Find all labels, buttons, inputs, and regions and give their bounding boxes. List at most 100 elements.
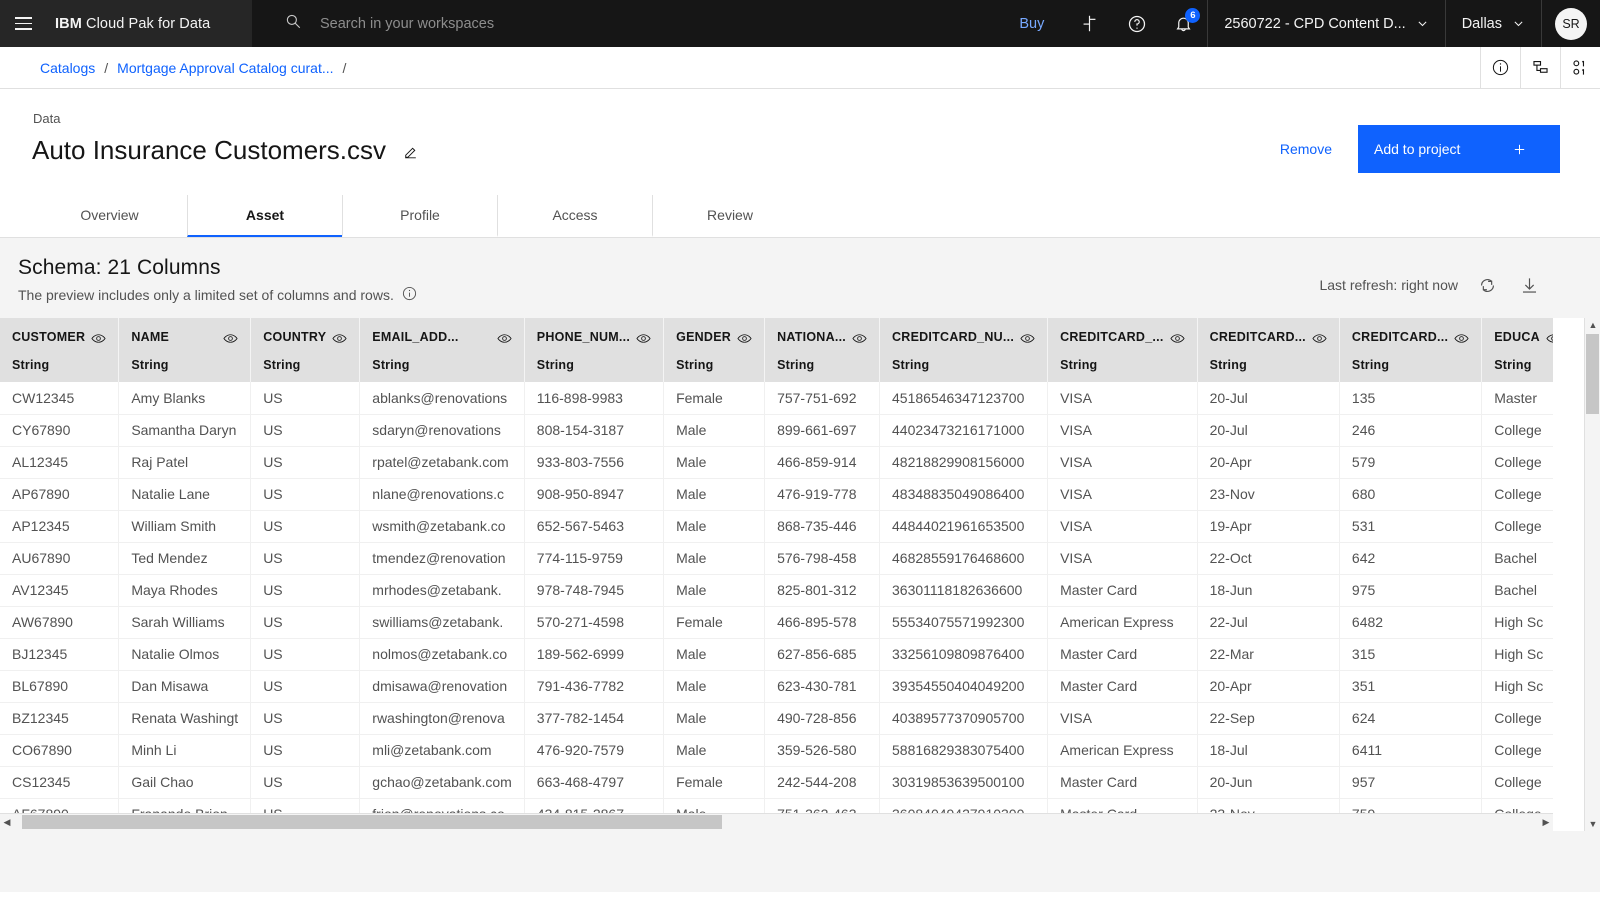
header-search-area [252, 0, 998, 47]
table-row[interactable]: CY67890 Samantha Daryn US sdaryn@renovation… [0, 414, 1553, 447]
lineage-icon[interactable] [1520, 46, 1560, 89]
table-row[interactable]: BJ12345 Natalie Olmos US nolmos@zetabank.co… [0, 638, 1553, 671]
table-row[interactable]: AP67890 Natalie Lane US nlane@renovations.c… [0, 478, 1553, 511]
region-selector[interactable]: Dallas [1444, 0, 1541, 47]
eye-visibility-icon[interactable] [1312, 331, 1327, 351]
scroll-right-arrow[interactable]: ▶ [1539, 817, 1553, 828]
table-cell: rwashington@renova [359, 702, 525, 735]
table-cell: dmisawa@renovation [359, 670, 525, 703]
eye-visibility-icon[interactable] [1020, 331, 1035, 351]
table-cell: 23-Nov [1197, 478, 1340, 511]
table-cell: 351 [1339, 670, 1483, 703]
table-row[interactable]: AV12345 Maya Rhodes US mrhodes@zetabank. 978… [0, 574, 1553, 607]
edit-pencil-icon[interactable] [402, 140, 419, 161]
account-selector[interactable]: 2560722 - CPD Content D... [1207, 0, 1444, 47]
horizontal-scroll-thumb[interactable] [22, 815, 722, 829]
table-row[interactable]: AP12345 William Smith US wsmith@zetabank.co… [0, 510, 1553, 543]
table-row[interactable]: AW67890 Sarah Williams US swilliams@zetaban… [0, 606, 1553, 639]
column-header-phone-num[interactable]: PHONE_NUM... String [524, 318, 665, 382]
table-row[interactable]: AU67890 Ted Mendez US tmendez@renovation 774… [0, 542, 1553, 575]
eye-visibility-icon[interactable] [497, 331, 512, 351]
breadcrumb-bar: Catalogs / Mortgage Approval Catalog cur… [0, 46, 1600, 89]
tab-review[interactable]: Review [652, 195, 807, 237]
table-cell: Ted Mendez [118, 542, 252, 575]
tab-access[interactable]: Access [497, 195, 652, 237]
app-switcher-icon[interactable] [1066, 0, 1113, 47]
column-type-label: String [1060, 358, 1098, 372]
table-cell: 576-798-458 [764, 542, 881, 575]
avatar[interactable]: SR [1555, 7, 1587, 40]
eye-visibility-icon[interactable] [1454, 331, 1469, 351]
tab-asset[interactable]: Asset [187, 195, 342, 237]
eye-visibility-icon[interactable] [636, 331, 651, 351]
column-header-country[interactable]: COUNTRY String [250, 318, 361, 382]
search-icon[interactable] [284, 12, 302, 35]
breadcrumb-item-catalogs[interactable]: Catalogs [40, 60, 95, 76]
breadcrumb-separator: / [104, 59, 109, 76]
add-to-project-button[interactable]: Add to project [1358, 125, 1560, 173]
column-header-gender[interactable]: GENDER String [663, 318, 766, 382]
last-refresh-label: Last refresh: right now [1319, 277, 1458, 293]
table-cell: American Express [1047, 734, 1198, 767]
table-cell: 6482 [1339, 606, 1483, 639]
table-row[interactable]: AL12345 Raj Patel US rpatel@zetabank.com 933… [0, 446, 1553, 479]
column-header-name[interactable]: NAME String [118, 318, 252, 382]
table-cell: Master Card [1047, 574, 1198, 607]
eye-visibility-icon[interactable] [91, 331, 106, 351]
remove-button[interactable]: Remove [1276, 133, 1336, 165]
table-row[interactable]: BZ12345 Renata Washingt US rwashington@reno… [0, 702, 1553, 735]
title-left: Data Auto Insurance Customers.csv [32, 111, 1276, 166]
table-cell: Maya Rhodes [118, 574, 252, 607]
product-brand-title[interactable]: IBM Cloud Pak for Data [47, 16, 210, 32]
eye-visibility-icon[interactable] [1546, 331, 1553, 351]
column-header-label: NATIONA... [777, 330, 847, 344]
eye-visibility-icon[interactable] [223, 331, 238, 351]
horizontal-scrollbar[interactable]: ◀ ▶ [0, 812, 1553, 831]
tab-overview[interactable]: Overview [32, 195, 187, 237]
notification-bell-icon[interactable]: 6 [1160, 0, 1207, 47]
column-header-email-add[interactable]: EMAIL_ADD... String [359, 318, 525, 382]
column-header-label: CREDITCARD... [1351, 330, 1449, 344]
column-header-nationa[interactable]: NATIONA... String [764, 318, 881, 382]
column-header-label: EMAIL_ADD... [372, 330, 459, 344]
table-row[interactable]: BL67890 Dan Misawa US dmisawa@renovation 791… [0, 670, 1553, 703]
scroll-left-arrow[interactable]: ◀ [0, 817, 14, 828]
hamburger-menu-icon[interactable] [0, 0, 47, 47]
breadcrumb-item-catalog[interactable]: Mortgage Approval Catalog curat... [117, 60, 333, 76]
search-input[interactable] [320, 15, 880, 32]
vertical-scroll-thumb[interactable] [1586, 334, 1599, 414]
refresh-icon[interactable] [1474, 272, 1500, 298]
buy-button[interactable]: Buy [997, 0, 1066, 47]
column-header-educa[interactable]: EDUCA String [1481, 318, 1553, 382]
vertical-scrollbar[interactable]: ▲ ▼ [1584, 318, 1600, 831]
table-cell: 30319853639500100 [879, 766, 1049, 799]
table-cell: 22-Mar [1197, 638, 1340, 671]
table-cell: 55534075571992300 [879, 606, 1049, 639]
download-icon[interactable] [1516, 272, 1542, 298]
table-row[interactable]: CS12345 Gail Chao US gchao@zetabank.com 663-… [0, 766, 1553, 799]
table-cell: 868-735-446 [764, 510, 881, 543]
scroll-up-arrow[interactable]: ▲ [1585, 318, 1600, 332]
column-header-creditcard[interactable]: CREDITCARD... String [1197, 318, 1340, 382]
info-circle-icon[interactable] [402, 286, 417, 304]
tab-profile[interactable]: Profile [342, 195, 497, 237]
column-header-customer[interactable]: CUSTOMER String [0, 318, 120, 382]
info-circle-icon[interactable] [1480, 46, 1520, 89]
column-header-creditcard[interactable]: CREDITCARD... String [1339, 318, 1483, 382]
table-cell: US [250, 542, 361, 575]
binary-data-icon[interactable] [1560, 46, 1600, 89]
eye-visibility-icon[interactable] [852, 331, 867, 351]
column-header-creditcard-nu[interactable]: CREDITCARD_NU... String [879, 318, 1049, 382]
help-circle-icon[interactable] [1113, 0, 1160, 47]
table-row[interactable]: CW12345 Amy Blanks US ablanks@renovations 11… [0, 382, 1553, 415]
table-row[interactable]: CO67890 Minh Li US mli@zetabank.com 476-920-… [0, 734, 1553, 767]
scroll-down-arrow[interactable]: ▼ [1585, 817, 1600, 831]
column-header-creditcard[interactable]: CREDITCARD_... String [1047, 318, 1198, 382]
horizontal-scroll-track[interactable] [14, 813, 1539, 831]
eye-visibility-icon[interactable] [332, 331, 347, 351]
schema-header-left: Schema: 21 Columns The preview includes … [18, 256, 1319, 304]
data-table-container: CUSTOMER String NAME String COUNTRY String EMA… [0, 318, 1600, 831]
eye-visibility-icon[interactable] [737, 331, 752, 351]
eye-visibility-icon[interactable] [1170, 331, 1185, 351]
table-cell: College [1481, 478, 1553, 511]
